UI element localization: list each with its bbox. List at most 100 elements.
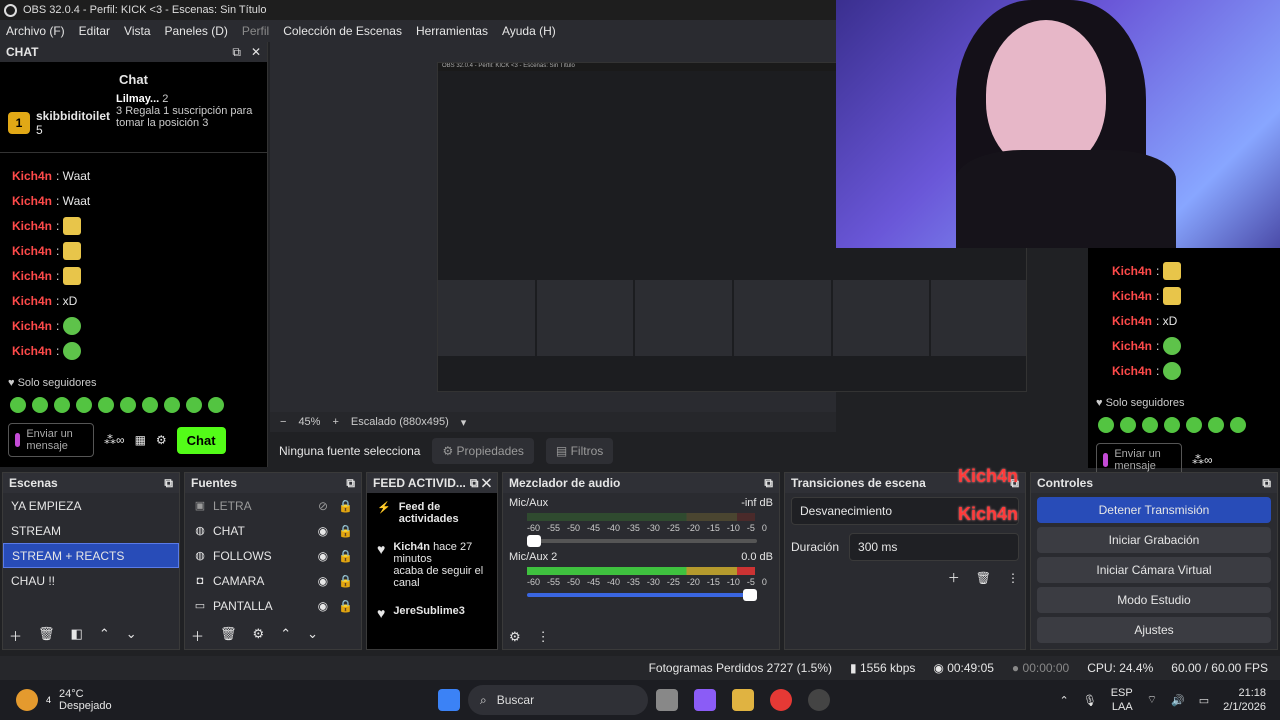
chevron-down-icon[interactable]: ▾ — [461, 416, 467, 429]
virtual-camera-button[interactable]: Iniciar Cámara Virtual — [1037, 557, 1271, 583]
float-icon[interactable]: ⧉ — [164, 476, 173, 491]
emote-icon[interactable] — [208, 397, 224, 413]
lock-icon[interactable]: 🔒 — [338, 599, 353, 613]
float-icon[interactable]: ⧉ — [764, 476, 773, 491]
close-icon[interactable]: ✕ — [251, 45, 261, 60]
duration-input[interactable]: 300 ms — [849, 533, 1019, 561]
chat-username[interactable]: Kich4n — [12, 344, 52, 358]
trash-icon[interactable]: 🗑 — [220, 626, 237, 645]
store-icon[interactable]: ▦ — [135, 433, 146, 447]
lock-icon[interactable]: 🔒 — [338, 524, 353, 538]
chat-username[interactable]: Kich4n — [12, 269, 52, 283]
down-icon[interactable]: ⌄ — [126, 626, 137, 645]
add-icon[interactable]: ＋ — [948, 569, 960, 586]
more-icon[interactable]: ⋮ — [1007, 571, 1019, 585]
scaling-select[interactable]: Escalado (880x495) — [351, 416, 449, 428]
lock-icon[interactable]: 🔒 — [338, 574, 353, 588]
gear-icon[interactable]: ⚙ — [253, 626, 265, 645]
wifi-icon[interactable]: ⌔ — [1147, 693, 1157, 707]
emote-icon[interactable] — [54, 397, 70, 413]
source-item[interactable]: ◘ CAMARA ◉ 🔒 — [185, 568, 361, 593]
scene-item[interactable]: STREAM — [3, 518, 179, 543]
emote-icon[interactable] — [120, 397, 136, 413]
chrome-icon[interactable] — [770, 689, 792, 711]
properties-button[interactable]: ⚙ Propiedades — [432, 438, 534, 464]
chat-username[interactable]: Kich4n — [12, 294, 52, 308]
chat-username[interactable]: Kich4n — [12, 219, 52, 233]
volume-slider[interactable] — [527, 535, 757, 547]
scene-item-selected[interactable]: STREAM + REACTS — [3, 543, 179, 568]
zoom-in-button[interactable]: + — [332, 416, 338, 428]
lang[interactable]: ESP — [1111, 686, 1133, 700]
lang2[interactable]: LAA — [1111, 700, 1133, 714]
add-icon[interactable]: ＋ — [191, 626, 204, 645]
slider-handle[interactable] — [527, 535, 541, 547]
eye-icon[interactable]: ◉ — [318, 574, 328, 588]
copilot-icon[interactable] — [694, 689, 716, 711]
stop-stream-button[interactable]: Detener Transmisión — [1037, 497, 1271, 523]
menu-vista[interactable]: Vista — [124, 24, 150, 38]
gear-icon[interactable]: ⚙ — [509, 629, 521, 645]
eye-hidden-icon[interactable]: ⊘ — [318, 499, 328, 513]
trash-icon[interactable]: 🗑 — [38, 626, 55, 645]
chat-username[interactable]: Kich4n — [12, 169, 52, 183]
lock-icon[interactable]: 🔒 — [338, 549, 353, 563]
up-icon[interactable]: ⌃ — [280, 626, 291, 645]
float-icon[interactable]: ⧉ — [1262, 476, 1271, 491]
menu-editar[interactable]: Editar — [79, 24, 110, 38]
float-icon[interactable]: ⧉ — [346, 476, 355, 491]
source-item[interactable]: ◍ FOLLOWS ◉ 🔒 — [185, 543, 361, 568]
menu-archivo[interactable]: Archivo (F) — [6, 24, 65, 38]
emote-icon[interactable] — [98, 397, 114, 413]
leader2-name[interactable]: Lilmay... — [116, 93, 159, 105]
volume-icon[interactable]: 🔊 — [1171, 694, 1185, 707]
emote-icon[interactable] — [32, 397, 48, 413]
chat-username[interactable]: Kich4n — [12, 319, 52, 333]
eye-icon[interactable]: ◉ — [318, 524, 328, 538]
close-icon[interactable]: ✕ — [482, 476, 491, 490]
chat-username[interactable]: Kich4n — [12, 244, 52, 258]
menu-paneles[interactable]: Paneles (D) — [165, 24, 228, 38]
source-item[interactable]: ▭ PANTALLA ◉ 🔒 — [185, 593, 361, 618]
mic-tray-icon[interactable]: 🎙 — [1083, 694, 1097, 707]
source-item[interactable]: ◍ CHAT ◉ 🔒 — [185, 518, 361, 543]
zoom-out-button[interactable]: − — [280, 416, 286, 428]
lock-icon[interactable]: 🔒 — [338, 499, 353, 513]
clock[interactable]: 21:18 2/1/2026 — [1223, 686, 1266, 714]
start-recording-button[interactable]: Iniciar Grabación — [1037, 527, 1271, 553]
emote-icon[interactable] — [164, 397, 180, 413]
weather-widget[interactable]: 4 24°C Despejado — [0, 688, 430, 712]
emote-icon[interactable] — [76, 397, 92, 413]
slider-handle[interactable] — [743, 589, 757, 601]
chevron-up-icon[interactable]: ⌃ — [1060, 694, 1069, 707]
leader-name[interactable]: skibbiditoilet — [36, 109, 110, 123]
menu-herramientas[interactable]: Herramientas — [416, 24, 488, 38]
studio-mode-button[interactable]: Modo Estudio — [1037, 587, 1271, 613]
menu-ayuda[interactable]: Ayuda (H) — [502, 24, 556, 38]
settings-button[interactable]: Ajustes — [1037, 617, 1271, 643]
emote-icon[interactable] — [10, 397, 26, 413]
gear-icon[interactable]: ⚙ — [156, 433, 167, 447]
scene-item[interactable]: YA EMPIEZA — [3, 493, 179, 518]
users-icon[interactable]: ⁂∞ — [104, 433, 125, 447]
battery-icon[interactable]: ▭ — [1199, 694, 1209, 707]
menu-perfil[interactable]: Perfil — [242, 24, 269, 38]
send-chat-button[interactable]: Chat — [176, 426, 226, 454]
filter-icon[interactable]: ◧ — [71, 626, 83, 645]
eye-icon[interactable]: ◉ — [318, 599, 328, 613]
filters-button[interactable]: ▤ Filtros — [545, 438, 614, 464]
chat-username[interactable]: Kich4n — [12, 194, 52, 208]
eye-icon[interactable]: ◉ — [318, 549, 328, 563]
menu-coleccion[interactable]: Colección de Escenas — [283, 24, 402, 38]
emote-icon[interactable] — [142, 397, 158, 413]
down-icon[interactable]: ⌄ — [307, 626, 318, 645]
obs-taskbar-icon[interactable] — [808, 689, 830, 711]
float-icon[interactable]: ⧉ — [470, 476, 479, 490]
up-icon[interactable]: ⌃ — [99, 626, 110, 645]
scene-item[interactable]: CHAU !! — [3, 568, 179, 593]
trash-icon[interactable]: 🗑 — [976, 571, 991, 585]
float-icon[interactable]: ⧉ — [232, 45, 241, 60]
chat-input[interactable]: Enviar un mensaje — [8, 423, 94, 457]
windows-start-icon[interactable] — [438, 689, 460, 711]
add-icon[interactable]: ＋ — [9, 626, 22, 645]
